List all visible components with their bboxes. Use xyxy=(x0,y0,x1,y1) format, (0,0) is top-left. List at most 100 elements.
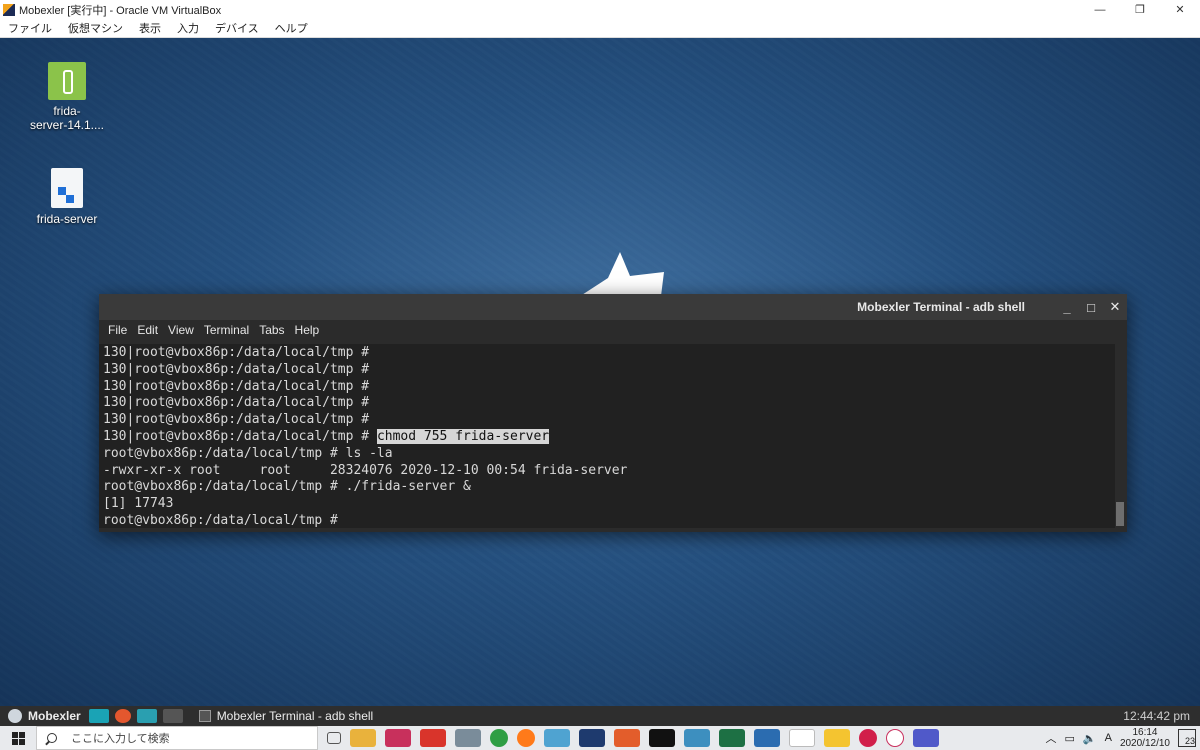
desktop-icon-frida-server[interactable]: frida-server xyxy=(17,168,117,226)
terminal-line: root@vbox86p:/data/local/tmp # ./frida-s… xyxy=(103,479,1111,496)
windows-logo-icon xyxy=(11,731,25,745)
taskbar-item-terminal[interactable]: Mobexler Terminal - adb shell xyxy=(198,709,374,723)
terminal-menubar: File Edit View Terminal Tabs Help xyxy=(99,320,1127,340)
search-placeholder: ここに入力して検索 xyxy=(71,733,170,745)
burp-icon[interactable] xyxy=(614,729,640,747)
windows-start-button[interactable] xyxy=(0,726,36,750)
app-icon-oo-white[interactable] xyxy=(886,729,904,747)
guest-desktop: frida- server-14.1.... frida-server Mobe… xyxy=(0,38,1200,706)
menu-file[interactable]: ファイル xyxy=(0,20,60,36)
line-text: root@vbox86p:/data/local/tmp # ./frida-s… xyxy=(103,479,471,495)
terminal-line: root@vbox86p:/data/local/tmp # xyxy=(103,513,1111,528)
terminal-titlebar: Mobexler Terminal - adb shell _ □ ✕ xyxy=(99,294,1127,320)
host-date: 2020/12/10 xyxy=(1119,738,1170,749)
menu-help[interactable]: ヘルプ xyxy=(267,20,316,36)
paint-icon[interactable] xyxy=(455,729,481,747)
files-launcher-icon[interactable] xyxy=(136,709,157,723)
desktop-icon-label: frida-server xyxy=(36,212,98,226)
terminal-launcher-icon[interactable] xyxy=(162,709,183,723)
ime-indicator[interactable]: A xyxy=(1105,732,1112,744)
line-text: 130|root@vbox86p:/data/local/tmp # xyxy=(103,395,377,411)
system-tray: ︿ ▭ 🔈 A 16:14 2020/12/10 23 xyxy=(1045,726,1200,750)
terminal-scrollbar[interactable] xyxy=(1115,344,1125,528)
terminal-maximize-button[interactable]: □ xyxy=(1079,300,1103,315)
app-icon-yellow[interactable] xyxy=(824,729,850,747)
line-text: 130|root@vbox86p:/data/local/tmp # xyxy=(103,361,377,377)
file-explorer-icon[interactable] xyxy=(350,729,376,747)
notification-count: 23 xyxy=(1184,736,1195,746)
host-time: 16:14 xyxy=(1132,727,1158,738)
rdp-icon[interactable] xyxy=(684,729,710,747)
line-text: 130|root@vbox86p:/data/local/tmp # xyxy=(103,378,377,394)
vbox-titlebar: Mobexler [実行中] - Oracle VM VirtualBox — … xyxy=(0,0,1200,19)
line-text: [1] 17743 xyxy=(103,496,174,512)
cmd-icon[interactable] xyxy=(649,729,675,747)
terminal-menu-help[interactable]: Help xyxy=(290,323,325,337)
terminal-menu-terminal[interactable]: Terminal xyxy=(199,323,254,337)
terminal-output[interactable]: 130|root@vbox86p:/data/local/tmp # 130|r… xyxy=(99,344,1115,528)
desktop-icon-label: frida- server-14.1.... xyxy=(29,104,105,132)
mobexler-menu-label[interactable]: Mobexler xyxy=(28,709,81,723)
guest-panel: Mobexler Mobexler Terminal - adb shell 1… xyxy=(0,706,1200,726)
line-text: -rwxr-xr-x root root 28324076 2020-12-10… xyxy=(103,462,628,478)
app-icon-oo-red[interactable] xyxy=(859,729,877,747)
mobexler-menu-icon[interactable] xyxy=(8,709,22,723)
restore-button[interactable]: ❐ xyxy=(1120,0,1160,19)
terminal-close-button[interactable]: ✕ xyxy=(1103,299,1127,315)
line-text: 130|root@vbox86p:/data/local/tmp # xyxy=(103,345,377,360)
terminal-line: 130|root@vbox86p:/data/local/tmp # xyxy=(103,379,1111,396)
terminal-line: 130|root@vbox86p:/data/local/tmp # xyxy=(103,395,1111,412)
guest-clock: 12:44:42 pm xyxy=(1123,709,1190,723)
menu-input[interactable]: 入力 xyxy=(169,20,207,36)
virtualbox-icon[interactable] xyxy=(754,729,780,747)
close-button[interactable]: ✕ xyxy=(1160,0,1200,19)
teams-icon[interactable] xyxy=(913,729,939,747)
volume-icon[interactable]: 🔈 xyxy=(1083,732,1097,745)
menu-view[interactable]: 表示 xyxy=(131,20,169,36)
firefox-icon[interactable] xyxy=(517,729,535,747)
terminal-line: 130|root@vbox86p:/data/local/tmp # xyxy=(103,362,1111,379)
terminal-window: Mobexler Terminal - adb shell _ □ ✕ File… xyxy=(99,294,1127,532)
excel-icon[interactable] xyxy=(719,729,745,747)
task-label: Mobexler Terminal - adb shell xyxy=(216,709,374,723)
wireshark-icon[interactable] xyxy=(579,729,605,747)
desktop-launcher-icon[interactable] xyxy=(88,709,109,723)
search-icon xyxy=(47,733,57,743)
line-text: 130|root@vbox86p:/data/local/tmp # xyxy=(103,412,377,428)
chevron-up-icon[interactable]: ︿ xyxy=(1045,730,1056,746)
app-icon-red-sync[interactable] xyxy=(420,729,446,747)
terminal-minimize-button[interactable]: _ xyxy=(1055,300,1079,315)
selected-command: chmod 755 frida-server xyxy=(376,428,550,444)
minimize-button[interactable]: — xyxy=(1080,0,1120,19)
terminal-menu-tabs[interactable]: Tabs xyxy=(254,323,289,337)
virtualbox-app-icon xyxy=(3,3,15,16)
desktop-icon-frida-archive[interactable]: frida- server-14.1.... xyxy=(17,62,117,132)
app-icon-pink[interactable] xyxy=(385,729,411,747)
terminal-task-icon xyxy=(198,710,211,722)
host-clock[interactable]: 16:14 2020/12/10 xyxy=(1120,727,1170,749)
chrome-icon[interactable] xyxy=(490,729,508,747)
terminal-line: -rwxr-xr-x root root 28324076 2020-12-10… xyxy=(103,463,1111,480)
terminal-menu-file[interactable]: File xyxy=(103,323,132,337)
task-view-icon[interactable] xyxy=(327,732,341,744)
archive-icon xyxy=(48,62,86,100)
terminal-menu-view[interactable]: View xyxy=(163,323,199,337)
terminal-line: 130|root@vbox86p:/data/local/tmp # chmod… xyxy=(103,428,1111,446)
network-icon[interactable]: ▭ xyxy=(1064,732,1074,745)
terminal-title: Mobexler Terminal - adb shell xyxy=(857,300,1025,314)
firefox-launcher-icon[interactable] xyxy=(114,709,131,723)
slack-icon[interactable] xyxy=(789,729,815,747)
menu-machine[interactable]: 仮想マシン xyxy=(60,20,131,36)
menu-devices[interactable]: デバイス xyxy=(207,20,267,36)
notification-center-icon[interactable]: 23 xyxy=(1178,729,1196,747)
terminal-line: root@vbox86p:/data/local/tmp # ls -la xyxy=(103,446,1111,463)
line-text: root@vbox86p:/data/local/tmp # xyxy=(103,512,346,528)
scrollbar-thumb[interactable] xyxy=(1116,502,1124,526)
search-box[interactable]: ここに入力して検索 xyxy=(36,726,318,750)
notepad-icon[interactable] xyxy=(544,729,570,747)
file-icon xyxy=(51,168,83,208)
terminal-menu-edit[interactable]: Edit xyxy=(132,323,163,337)
host-taskbar: ここに入力して検索 ︿ ▭ 🔈 A 16:14 2020/12/10 23 xyxy=(0,726,1200,750)
terminal-line: 130|root@vbox86p:/data/local/tmp # xyxy=(103,345,1111,362)
terminal-line: 130|root@vbox86p:/data/local/tmp # xyxy=(103,412,1111,429)
